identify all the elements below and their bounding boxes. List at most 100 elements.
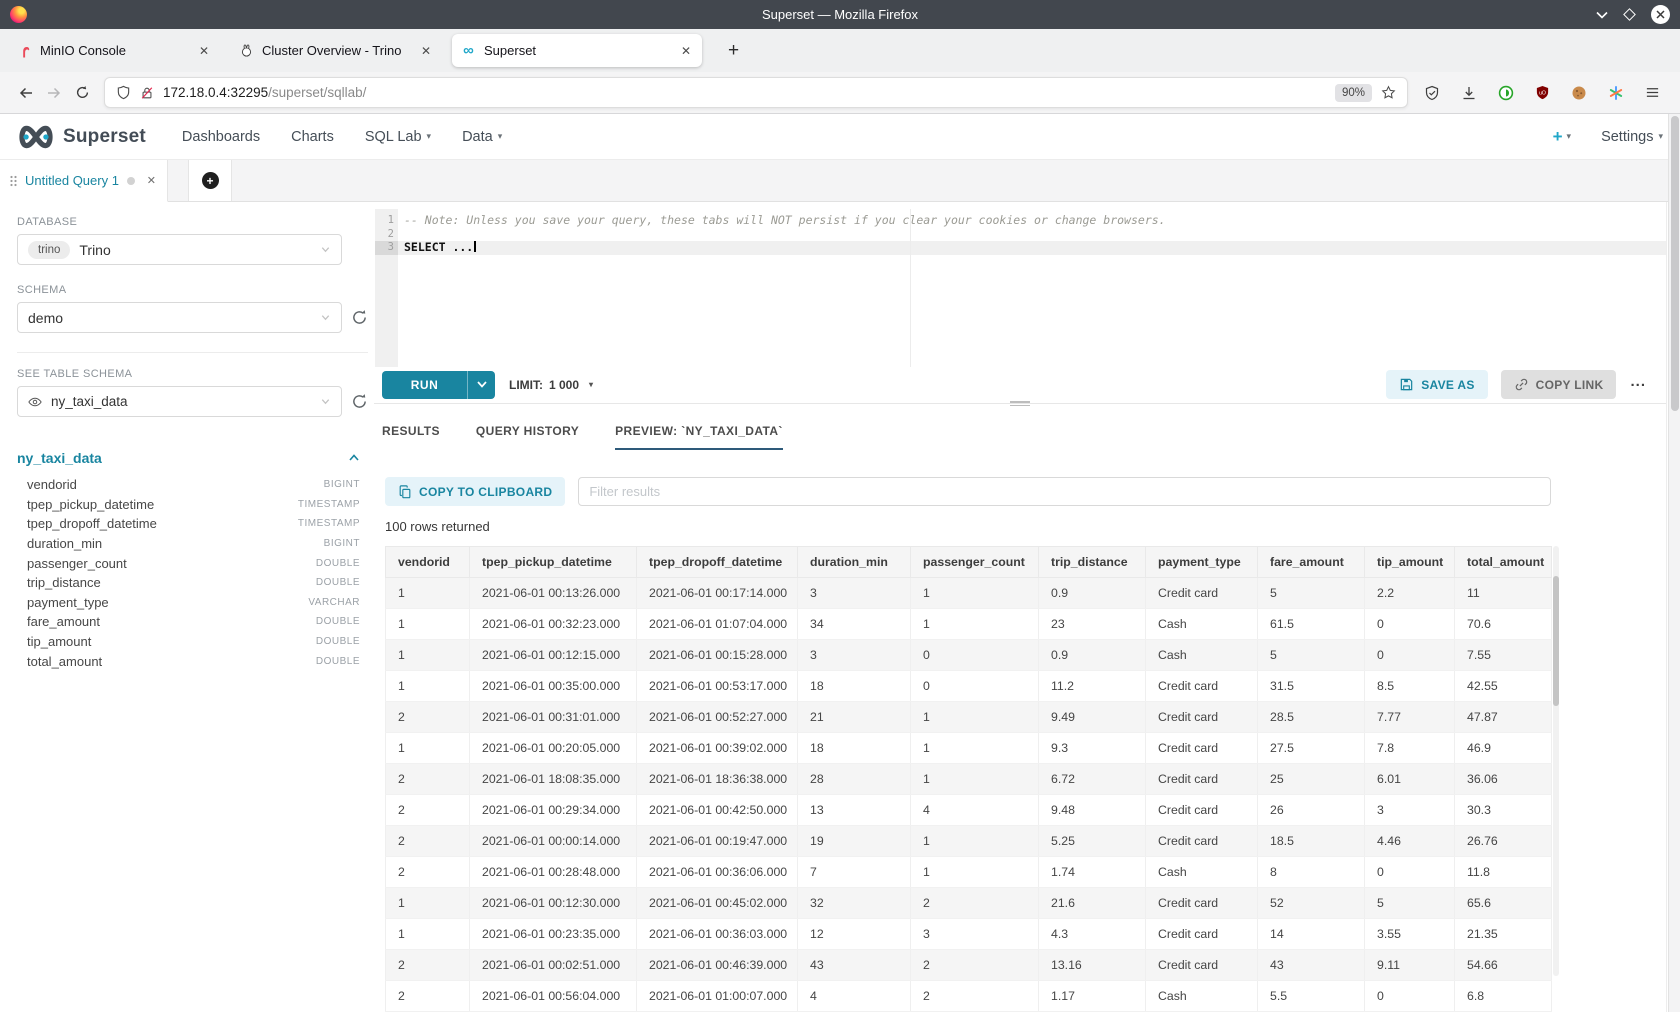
database-value: Trino [79,242,110,258]
hamburger-menu-icon[interactable] [1645,85,1660,100]
column-header[interactable]: tpep_pickup_datetime [470,547,637,578]
copy-to-clipboard-button[interactable]: COPY TO CLIPBOARD [385,477,565,506]
extension-asterisk-icon[interactable] [1608,85,1624,101]
table-cell: 11 [1455,578,1552,609]
column-header[interactable]: passenger_count [911,547,1039,578]
permissions-shield-icon[interactable] [116,85,131,100]
tab-close-icon[interactable]: ✕ [197,44,211,58]
tab-title: Superset [484,43,671,58]
window-close-button[interactable] [1651,5,1670,24]
table-name-link[interactable]: ny_taxi_data [17,450,102,466]
extension-green-icon[interactable] [1498,85,1514,101]
tab-close-icon[interactable]: ✕ [679,44,693,58]
browser-tab-trino[interactable]: Cluster Overview - Trino✕ [230,34,442,67]
table-select[interactable]: ny_taxi_data [17,386,342,417]
tracking-protection-icon[interactable] [1424,85,1440,101]
tab-close-icon[interactable]: ✕ [419,44,433,58]
column-name: total_amount [17,654,102,669]
editor-code[interactable]: -- Note: Unless you save your query, the… [398,209,1666,367]
table-cell: 1.17 [1039,981,1146,1012]
table-cell: 1 [911,857,1039,888]
refresh-schema-icon[interactable] [351,309,368,326]
superset-infinity-icon [17,124,55,150]
close-query-tab-icon[interactable]: ✕ [147,174,156,187]
copy-link-label: COPY LINK [1536,378,1604,392]
table-cell: 2021-06-01 00:02:51.000 [470,950,637,981]
column-header[interactable]: tpep_dropoff_datetime [637,547,798,578]
schema-select[interactable]: demo [17,302,342,333]
collapse-table-icon[interactable] [348,452,360,464]
forward-button[interactable] [40,79,68,107]
table-scrollbar[interactable] [1553,546,1559,976]
limit-dropdown[interactable]: LIMIT: 1 000 ▾ [509,378,593,392]
column-header[interactable]: vendorid [386,547,470,578]
nav-item-sql-lab[interactable]: SQL Lab▾ [365,129,431,145]
more-options-button[interactable]: ... [1626,373,1650,390]
table-cell: Credit card [1146,826,1258,857]
nav-item-data[interactable]: Data▾ [462,129,502,145]
column-header[interactable]: tip_amount [1365,547,1455,578]
cookie-icon[interactable] [1571,85,1587,101]
back-button[interactable] [12,79,40,107]
page-scrollbar-thumb[interactable] [1671,116,1679,411]
table-cell: 52 [1258,888,1365,919]
table-cell: 2021-06-01 00:29:34.000 [470,795,637,826]
table-cell: 2021-06-01 00:23:35.000 [470,919,637,950]
column-header[interactable]: total_amount [1455,547,1552,578]
nav-item-dashboards[interactable]: Dashboards [182,129,260,145]
database-select[interactable]: trino Trino [17,234,342,265]
refresh-tables-icon[interactable] [351,393,368,410]
save-as-button[interactable]: SAVE AS [1386,370,1487,399]
column-header[interactable]: fare_amount [1258,547,1365,578]
new-item-button[interactable]: + ▾ [1553,130,1571,144]
database-badge: trino [28,241,70,259]
pane-resize-handle[interactable] [1010,399,1030,408]
filter-results-input[interactable] [578,477,1551,506]
table-row: 12021-06-01 00:13:26.0002021-06-01 00:17… [386,578,1552,609]
add-query-tab-button[interactable]: + [188,160,232,201]
column-type: DOUBLE [316,636,368,647]
table-cell: 0 [1365,609,1455,640]
sql-editor-tab-bar: Untitled Query 1 ✕ + [0,160,1680,202]
column-header[interactable]: duration_min [798,547,911,578]
copy-link-button[interactable]: COPY LINK [1501,370,1617,399]
svg-text:uO: uO [1539,90,1546,96]
superset-logo[interactable]: Superset [17,124,146,150]
results-tab-0[interactable]: RESULTS [382,424,440,450]
zoom-level-badge[interactable]: 90% [1335,84,1372,102]
sql-code-editor[interactable]: 123 -- Note: Unless you save your query,… [374,209,1666,367]
nav-item-charts[interactable]: Charts [291,129,334,145]
new-tab-button[interactable]: + [722,40,745,62]
column-name: trip_distance [17,575,101,590]
reload-button[interactable] [68,79,96,107]
url-bar[interactable]: 172.18.0.4:32295/superset/sqllab/ 90% [104,77,1408,108]
primary-nav: Dashboards Charts SQL Lab▾ Data▾ [182,128,533,146]
table-cell: 3.55 [1365,919,1455,950]
url-text[interactable]: 172.18.0.4:32295/superset/sqllab/ [163,85,366,100]
run-query-button[interactable]: RUN [382,371,495,399]
settings-menu[interactable]: Settings ▾ [1601,129,1663,145]
page-scrollbar[interactable] [1668,114,1680,1012]
browser-tab-superset[interactable]: ∞Superset✕ [452,34,702,67]
run-options-caret[interactable] [468,371,495,399]
query-tab-active[interactable]: Untitled Query 1 ✕ [0,160,168,202]
table-scrollbar-thumb[interactable] [1553,576,1559,706]
table-cell: 4 [911,795,1039,826]
run-label[interactable]: RUN [382,371,468,399]
window-maximize-button[interactable] [1625,10,1634,19]
table-cell: 2021-06-01 00:00:14.000 [470,826,637,857]
table-cell: 1 [911,609,1039,640]
insecure-lock-icon[interactable] [140,86,154,100]
column-header[interactable]: trip_distance [1039,547,1146,578]
table-cell: 25 [1258,764,1365,795]
results-tab-1[interactable]: QUERY HISTORY [476,424,579,450]
window-menu-button[interactable] [1596,11,1608,19]
table-column-row: tpep_pickup_datetimeTIMESTAMP [17,495,368,515]
table-cell: 2 [386,950,470,981]
downloads-icon[interactable] [1461,85,1477,101]
ublock-shield-icon[interactable]: uO [1535,85,1550,100]
results-tab-2[interactable]: PREVIEW: `NY_TAXI_DATA` [615,424,783,450]
column-header[interactable]: payment_type [1146,547,1258,578]
bookmark-star-icon[interactable] [1381,85,1396,100]
browser-tab-minio[interactable]: MinIO Console✕ [8,34,220,67]
